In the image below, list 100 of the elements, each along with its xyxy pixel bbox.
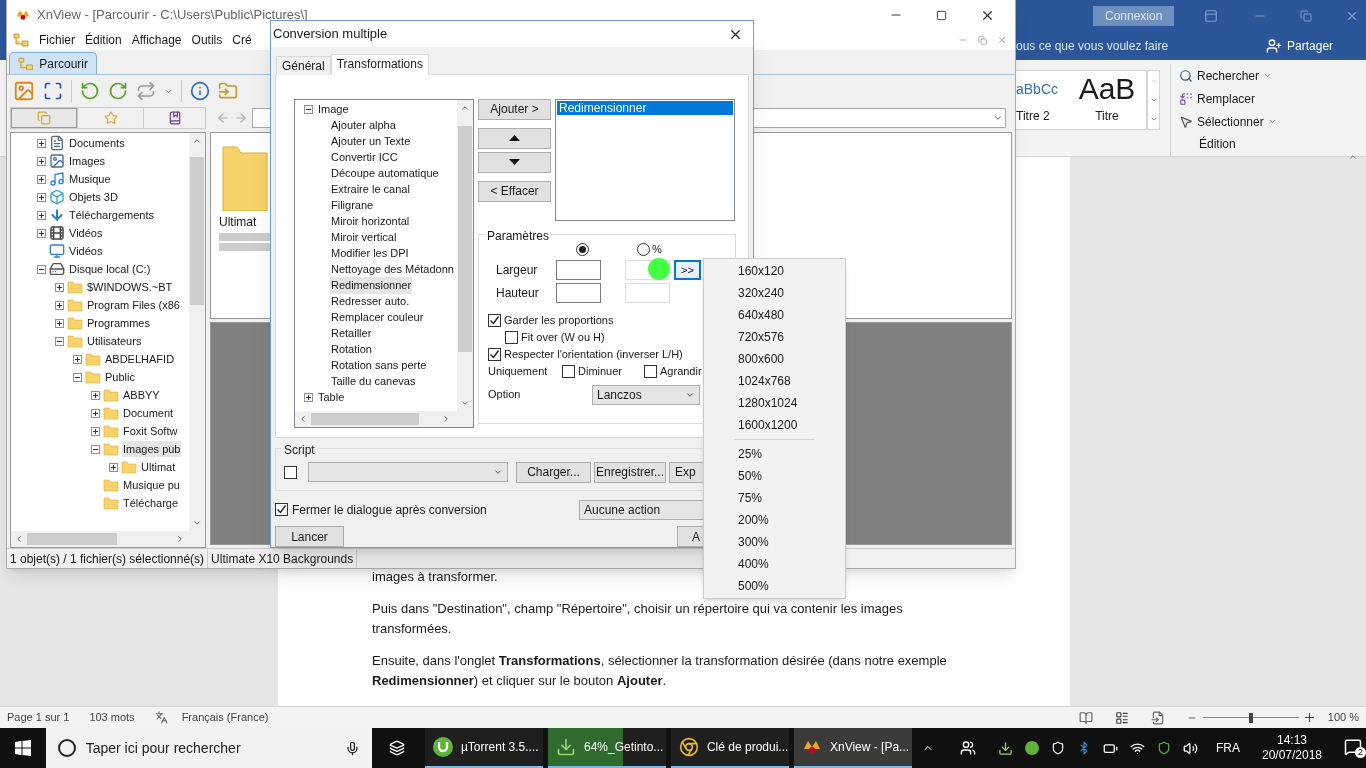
- collapse-toggle[interactable]: [73, 372, 82, 382]
- ribbon-command[interactable]: Remplacer: [1197, 89, 1256, 108]
- expand-toggle[interactable]: [37, 228, 46, 238]
- tree-item[interactable]: Remplacer couleur: [330, 309, 425, 326]
- rotate-right-icon[interactable]: [108, 81, 128, 101]
- page-count[interactable]: Page 1 sur 1: [7, 709, 70, 726]
- clock[interactable]: 14:13 20/07/2018: [1261, 733, 1322, 763]
- menu-item[interactable]: 1280x1024: [704, 392, 845, 414]
- print-layout-icon[interactable]: [1114, 710, 1129, 725]
- tree-item[interactable]: Vidéos: [68, 224, 104, 242]
- notification-icon[interactable]: [1344, 738, 1362, 756]
- tree-item[interactable]: Programmes: [86, 314, 151, 332]
- expand-toggle[interactable]: [73, 354, 82, 364]
- scroll-left-icon[interactable]: [14, 534, 24, 544]
- checkbox[interactable]: [284, 465, 297, 479]
- checkbox[interactable]: [488, 347, 501, 361]
- expand-toggle[interactable]: [91, 426, 100, 436]
- tree-item[interactable]: Nettoyage des Métadonn: [330, 261, 455, 278]
- collapse-toggle[interactable]: [91, 444, 100, 454]
- menu-item[interactable]: 800x600: [704, 348, 845, 370]
- expand-toggle[interactable]: [304, 393, 313, 403]
- microphone-icon[interactable]: [345, 740, 361, 756]
- expand-toggle[interactable]: [37, 192, 46, 202]
- proofing-icon[interactable]: [154, 711, 168, 724]
- expand-toggle[interactable]: [109, 462, 118, 472]
- tree-item[interactable]: Ajouter un Texte: [330, 133, 412, 150]
- wifi-icon[interactable]: [1129, 740, 1145, 756]
- zoom-level[interactable]: 100 %: [1327, 709, 1359, 726]
- tree-item[interactable]: Miroir vertical: [330, 229, 398, 246]
- zoom-slider[interactable]: [1202, 712, 1299, 723]
- tell-me-field[interactable]: ous ce que vous voulez faire: [1016, 37, 1169, 55]
- menu-item[interactable]: 160x120: [704, 260, 845, 282]
- expand-toggle[interactable]: [37, 156, 46, 166]
- language-label[interactable]: Français (France): [181, 709, 269, 726]
- tree-item[interactable]: ABBYY: [122, 386, 161, 404]
- ribbon-command[interactable]: Rechercher: [1197, 66, 1260, 85]
- menu-item[interactable]: Affichage: [131, 31, 182, 49]
- tab[interactable]: Général: [276, 55, 331, 75]
- expand-toggle[interactable]: [37, 174, 46, 184]
- tree-item[interactable]: Documents: [68, 134, 126, 152]
- tab[interactable]: Transformations: [330, 53, 429, 75]
- menu-item[interactable]: 1600x1200: [704, 414, 845, 436]
- menu-item[interactable]: 1024x768: [704, 370, 845, 392]
- read-mode-icon[interactable]: [1078, 710, 1093, 725]
- tree-item[interactable]: Miroir horizontal: [330, 213, 411, 230]
- windows-start-icon[interactable]: [14, 740, 31, 756]
- tree-item[interactable]: Ultimat: [140, 458, 177, 476]
- cortana-icon[interactable]: [57, 739, 76, 757]
- input-field[interactable]: [556, 259, 601, 280]
- expand-toggle[interactable]: [91, 390, 100, 400]
- utorrent-icon[interactable]: [1024, 741, 1039, 755]
- web-layout-icon[interactable]: [1150, 710, 1165, 725]
- tree-item[interactable]: Taille du canevas: [330, 373, 417, 390]
- tree-item[interactable]: Images: [68, 152, 107, 170]
- expand-toggle[interactable]: [55, 282, 64, 292]
- horizontal-scrollbar[interactable]: [11, 531, 205, 547]
- checkbox[interactable]: [488, 313, 501, 327]
- input-field[interactable]: [556, 282, 601, 303]
- search-field[interactable]: Taper ici pour rechercher: [45, 728, 373, 768]
- expand-toggle[interactable]: [37, 210, 46, 220]
- list-item[interactable]: Redimensionner: [557, 100, 733, 115]
- caret-icon[interactable]: [1263, 71, 1273, 80]
- taskbar-app[interactable]: 64%_Getinto...: [547, 728, 666, 768]
- checkbox[interactable]: [562, 364, 575, 378]
- zoom-in-icon[interactable]: [1304, 713, 1314, 722]
- menu-item[interactable]: Fichier: [39, 31, 75, 49]
- scroll-right-icon[interactable]: [175, 534, 185, 544]
- menu-item[interactable]: Édition: [85, 31, 122, 49]
- collapse-toggle[interactable]: [55, 336, 64, 346]
- expand-toggle[interactable]: [37, 138, 46, 148]
- checkbox[interactable]: [644, 364, 657, 378]
- tree-item[interactable]: Images pub: [122, 440, 182, 458]
- presets-button[interactable]: >>: [674, 259, 701, 280]
- tree-item[interactable]: Rotation sans perte: [330, 357, 428, 374]
- fullscreen-icon[interactable]: [43, 81, 63, 101]
- add-button[interactable]: Ajouter >: [478, 98, 551, 120]
- tree-item[interactable]: Program Files (x86: [86, 296, 181, 314]
- tree-item[interactable]: Ajouter alpha: [330, 117, 397, 134]
- share-button[interactable]: Partager: [1287, 37, 1334, 55]
- scroll-up-icon[interactable]: [192, 136, 202, 146]
- tree-item[interactable]: Table: [318, 389, 345, 406]
- expand-toggle[interactable]: [55, 318, 64, 328]
- people-icon[interactable]: [959, 740, 976, 756]
- maximize-icon[interactable]: [936, 9, 947, 21]
- tree-item[interactable]: Convertir ICC: [330, 149, 399, 166]
- vertical-scrollbar[interactable]: [457, 99, 473, 411]
- radio-button[interactable]: [637, 243, 650, 257]
- volume-icon[interactable]: [1182, 740, 1198, 756]
- tree-item[interactable]: Image: [318, 101, 349, 118]
- tree-item[interactable]: Redresser auto.: [330, 293, 411, 310]
- tree-item[interactable]: Télécharge: [122, 494, 180, 512]
- tree-item[interactable]: Retailler: [330, 325, 373, 342]
- horizontal-scrollbar[interactable]: [295, 410, 473, 427]
- tree-item[interactable]: Utilisateurs: [86, 332, 143, 350]
- style-item[interactable]: AaB Titre: [1068, 71, 1146, 129]
- style-item[interactable]: aBbCc Titre 2: [1016, 71, 1068, 129]
- scroll-left-icon[interactable]: [298, 413, 308, 424]
- taskbar-app[interactable]: µTorrent 3.5....: [424, 728, 543, 768]
- tree-item[interactable]: Rotation: [330, 341, 373, 358]
- taskbar-app[interactable]: XnView - [Pa...: [793, 728, 912, 768]
